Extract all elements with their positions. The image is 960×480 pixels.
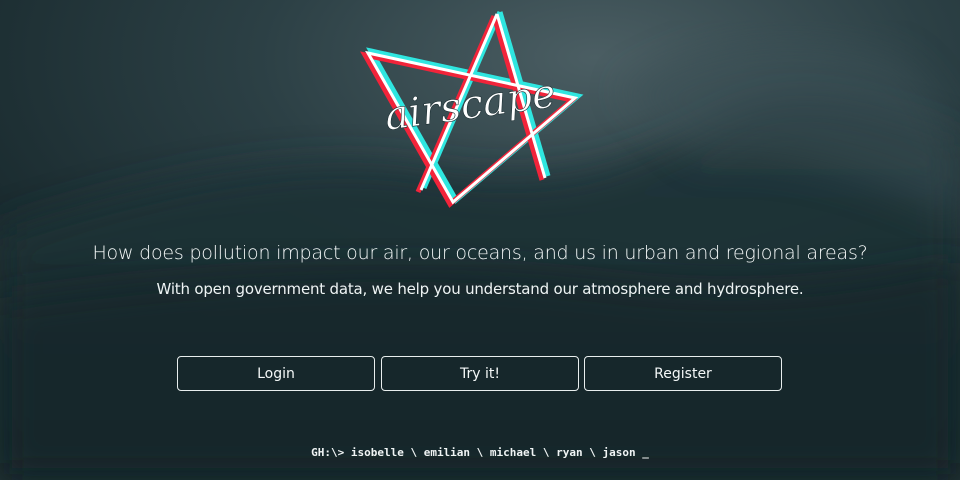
airscape-logo: airscape xyxy=(360,11,584,208)
login-button[interactable]: Login xyxy=(177,356,375,391)
hero-headline: How does pollution impact our air, our o… xyxy=(92,242,868,264)
hero-subheadline: With open government data, we help you u… xyxy=(156,280,804,298)
register-button[interactable]: Register xyxy=(584,356,782,391)
try-it-button[interactable]: Try it! xyxy=(381,356,579,391)
github-contributors-line: GH:\> isobelle \ emilian \ michael \ rya… xyxy=(311,446,649,459)
